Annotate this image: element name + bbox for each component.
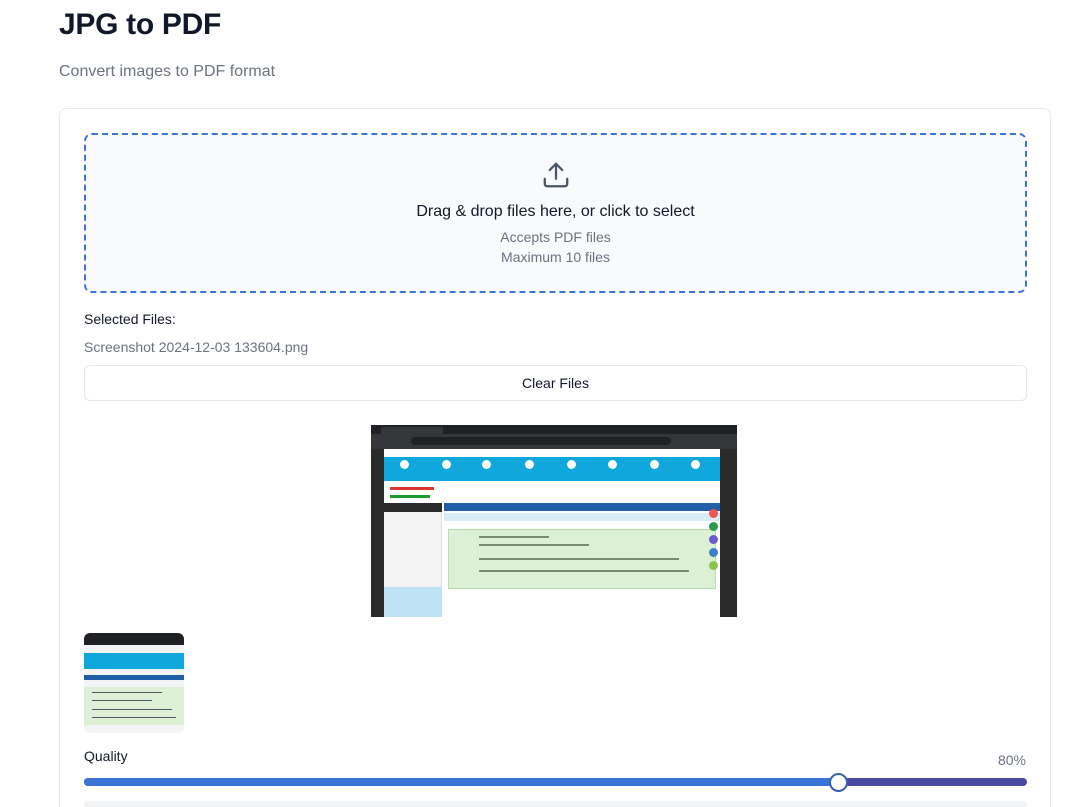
dropzone-accepted-types: Accepts PDF files [500, 229, 611, 245]
quality-value: 80% [997, 752, 1026, 768]
page-title: JPG to PDF [59, 8, 222, 41]
image-thumbnail[interactable] [84, 633, 184, 733]
dropzone-instructions: Drag & drop files here, or click to sele… [416, 203, 695, 220]
next-section [84, 801, 1027, 807]
quality-label: Quality [84, 748, 128, 764]
clear-files-button[interactable]: Clear Files [84, 365, 1027, 401]
upload-icon [543, 162, 569, 188]
page-subtitle: Convert images to PDF format [59, 63, 276, 80]
image-preview [371, 425, 737, 617]
dropzone-file-limit: Maximum 10 files [501, 249, 610, 265]
slider-thumb[interactable] [829, 773, 849, 792]
quality-slider[interactable] [84, 773, 1027, 792]
selected-files-label: Selected Files: [84, 311, 176, 327]
file-dropzone[interactable]: Drag & drop files here, or click to sele… [84, 133, 1027, 293]
converter-card: Drag & drop files here, or click to sele… [59, 108, 1051, 807]
slider-fill [84, 778, 839, 786]
selected-file-name: Screenshot 2024-12-03 133604.png [84, 339, 309, 355]
